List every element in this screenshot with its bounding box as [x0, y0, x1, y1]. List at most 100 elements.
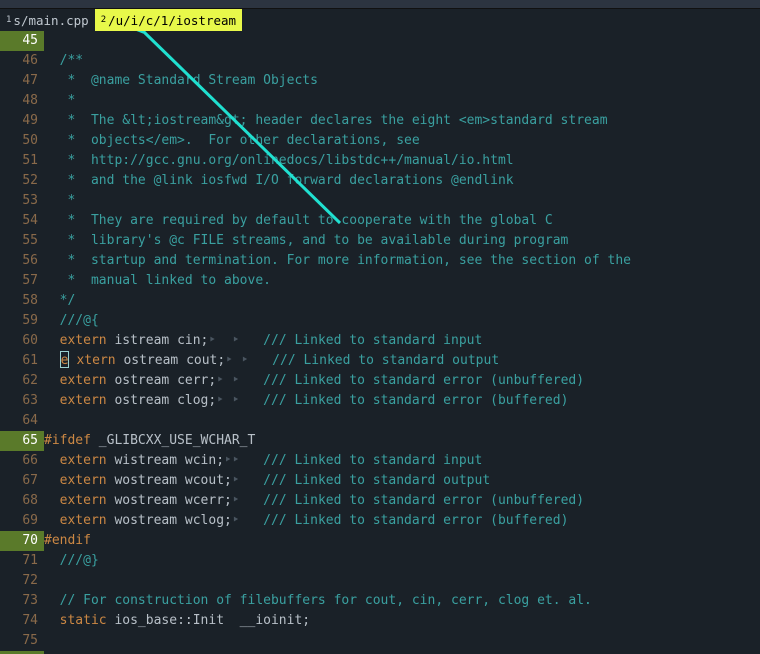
line-number: 52: [0, 171, 44, 191]
code-content: *: [44, 191, 760, 211]
line-number: 49: [0, 111, 44, 131]
tab-bar: 1s/main.cpp 2/u/i/c/1/iostream: [0, 9, 760, 31]
line-number: 47: [0, 71, 44, 91]
code-line[interactable]: 64: [0, 411, 760, 431]
code-line[interactable]: 51 * http://gcc.gnu.org/onlinedocs/libst…: [0, 151, 760, 171]
code-line[interactable]: 45: [0, 31, 760, 51]
line-number: 62: [0, 371, 44, 391]
code-line[interactable]: 68 extern wostream wcerr;‣ /// Linked to…: [0, 491, 760, 511]
line-number: 73: [0, 591, 44, 611]
tab-label: s/main.cpp: [13, 13, 88, 28]
code-content: * http://gcc.gnu.org/onlinedocs/libstdc+…: [44, 151, 760, 171]
code-content: * objects</em>. For other declarations, …: [44, 131, 760, 151]
code-content: extern ostream clog;‣ ‣ /// Linked to st…: [44, 391, 760, 411]
code-content: // For construction of filebuffers for c…: [44, 591, 760, 611]
line-number: 74: [0, 611, 44, 631]
code-content: ///@}: [44, 551, 760, 571]
line-number: 63: [0, 391, 44, 411]
code-content: static ios_base::Init __ioinit;: [44, 611, 760, 631]
line-number: 61: [0, 351, 44, 371]
code-content: extern wostream wclog;‣ /// Linked to st…: [44, 511, 760, 531]
line-number: 54: [0, 211, 44, 231]
tab-iostream[interactable]: 2/u/i/c/1/iostream: [95, 9, 242, 31]
code-content: * startup and termination. For more info…: [44, 251, 760, 271]
code-content: *: [44, 91, 760, 111]
line-number: 60: [0, 331, 44, 351]
line-number: 53: [0, 191, 44, 211]
code-content: [44, 31, 760, 51]
code-line[interactable]: 71 ///@}: [0, 551, 760, 571]
code-line[interactable]: 66 extern wistream wcin;‣‣ /// Linked to…: [0, 451, 760, 471]
code-line[interactable]: 58 */: [0, 291, 760, 311]
tab-main-cpp[interactable]: 1s/main.cpp: [0, 9, 95, 31]
tab-index: 2: [101, 15, 106, 25]
code-content: extern ostream cerr;‣ ‣ /// Linked to st…: [44, 371, 760, 391]
tab-index: 1: [6, 15, 11, 25]
line-number: 72: [0, 571, 44, 591]
code-content: * @name Standard Stream Objects: [44, 71, 760, 91]
code-content: #ifdef _GLIBCXX_USE_WCHAR_T: [44, 431, 760, 451]
code-content: * The &lt;iostream&gt; header declares t…: [44, 111, 760, 131]
code-content: * They are required by default to cooper…: [44, 211, 760, 231]
code-line[interactable]: 65#ifdef _GLIBCXX_USE_WCHAR_T: [0, 431, 760, 451]
code-line[interactable]: 47 * @name Standard Stream Objects: [0, 71, 760, 91]
line-number: 51: [0, 151, 44, 171]
code-line[interactable]: 70#endif: [0, 531, 760, 551]
code-line[interactable]: 46 /**: [0, 51, 760, 71]
line-number: 71: [0, 551, 44, 571]
line-number: 45: [0, 31, 44, 51]
code-editor[interactable]: 4546 /**47 * @name Standard Stream Objec…: [0, 31, 760, 653]
code-line[interactable]: 74 static ios_base::Init __ioinit;: [0, 611, 760, 631]
code-content: extern wostream wcout;‣ /// Linked to st…: [44, 471, 760, 491]
window-titlebar: [0, 0, 760, 9]
code-content: * and the @link iosfwd I/O forward decla…: [44, 171, 760, 191]
line-number: 64: [0, 411, 44, 431]
code-line[interactable]: 48 *: [0, 91, 760, 111]
code-content: [44, 411, 760, 431]
code-content: ///@{: [44, 311, 760, 331]
line-number: 48: [0, 91, 44, 111]
code-content: * manual linked to above.: [44, 271, 760, 291]
line-number: 65: [0, 431, 44, 451]
line-number: 56: [0, 251, 44, 271]
code-content: [44, 571, 760, 591]
code-line[interactable]: 56 * startup and termination. For more i…: [0, 251, 760, 271]
line-number: 68: [0, 491, 44, 511]
code-line[interactable]: 73 // For construction of filebuffers fo…: [0, 591, 760, 611]
code-line[interactable]: 63 extern ostream clog;‣ ‣ /// Linked to…: [0, 391, 760, 411]
code-line[interactable]: 72: [0, 571, 760, 591]
code-line[interactable]: 55 * library's @c FILE streams, and to b…: [0, 231, 760, 251]
line-number: 75: [0, 631, 44, 651]
code-content: extern wistream wcin;‣‣ /// Linked to st…: [44, 451, 760, 471]
line-number: 57: [0, 271, 44, 291]
code-line[interactable]: 60 extern istream cin;‣ ‣ /// Linked to …: [0, 331, 760, 351]
code-line[interactable]: 50 * objects</em>. For other declaration…: [0, 131, 760, 151]
code-content: extern wostream wcerr;‣ /// Linked to st…: [44, 491, 760, 511]
code-line[interactable]: 67 extern wostream wcout;‣ /// Linked to…: [0, 471, 760, 491]
line-number: 46: [0, 51, 44, 71]
line-number: 50: [0, 131, 44, 151]
code-content: /**: [44, 51, 760, 71]
code-line[interactable]: 54 * They are required by default to coo…: [0, 211, 760, 231]
code-content: * library's @c FILE streams, and to be a…: [44, 231, 760, 251]
code-line[interactable]: 57 * manual linked to above.: [0, 271, 760, 291]
code-line[interactable]: 62 extern ostream cerr;‣ ‣ /// Linked to…: [0, 371, 760, 391]
code-content: extern ostream cout;‣ ‣ /// Linked to st…: [44, 351, 760, 371]
line-number: 59: [0, 311, 44, 331]
line-number: 55: [0, 231, 44, 251]
code-content: extern istream cin;‣ ‣ /// Linked to sta…: [44, 331, 760, 351]
code-content: #endif: [44, 531, 760, 551]
code-line[interactable]: 69 extern wostream wclog;‣ /// Linked to…: [0, 511, 760, 531]
code-line[interactable]: 52 * and the @link iosfwd I/O forward de…: [0, 171, 760, 191]
line-number: 67: [0, 471, 44, 491]
code-line[interactable]: 61 extern ostream cout;‣ ‣ /// Linked to…: [0, 351, 760, 371]
line-number: 69: [0, 511, 44, 531]
code-line[interactable]: 49 * The &lt;iostream&gt; header declare…: [0, 111, 760, 131]
code-line[interactable]: 75: [0, 631, 760, 651]
line-number: 70: [0, 531, 44, 551]
tab-label: /u/i/c/1/iostream: [108, 13, 236, 28]
code-line[interactable]: 53 *: [0, 191, 760, 211]
code-line[interactable]: 59 ///@{: [0, 311, 760, 331]
code-content: [44, 631, 760, 651]
code-content: */: [44, 291, 760, 311]
